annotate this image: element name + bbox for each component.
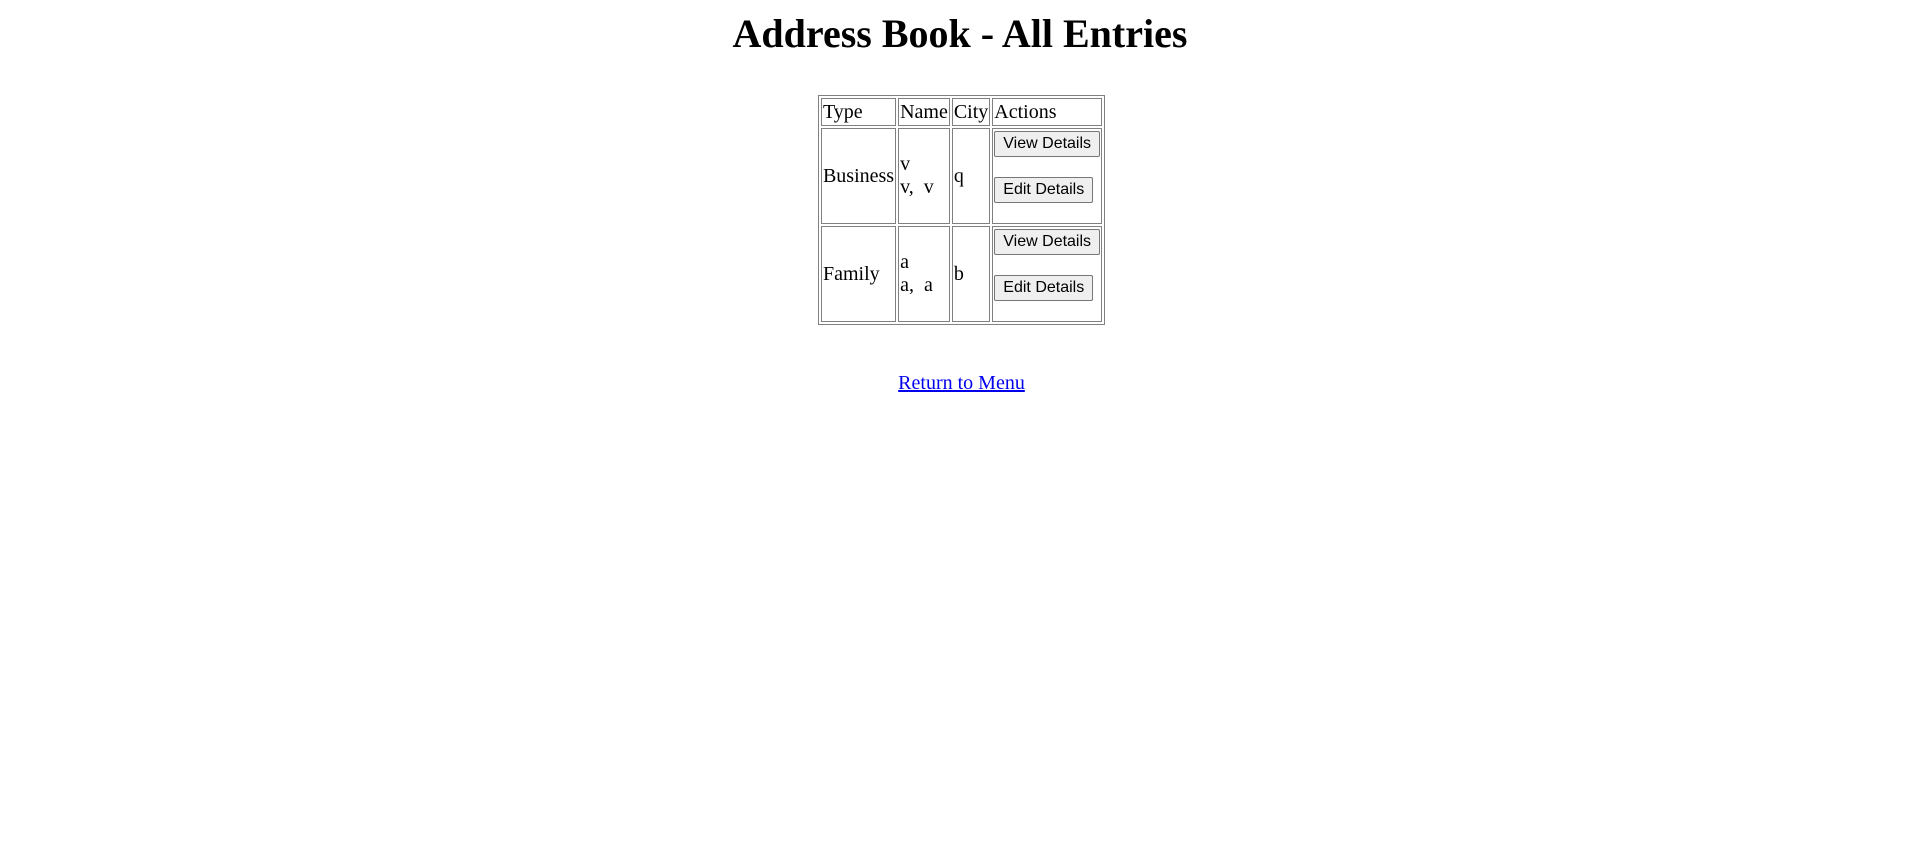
city-cell: b xyxy=(951,226,991,322)
entries-table: Type Name City Actions Business v v, v q … xyxy=(817,95,1106,325)
name-cell: v v, v xyxy=(898,128,950,224)
return-to-menu-link[interactable]: Return to Menu xyxy=(898,372,1025,394)
view-details-button[interactable]: View Details xyxy=(994,131,1101,157)
name-line-2: a, a xyxy=(900,274,933,296)
edit-details-button[interactable]: Edit Details xyxy=(994,177,1094,203)
table-row: Family a a, a b View Details Edit Details xyxy=(820,226,1103,322)
city-cell: q xyxy=(951,128,991,224)
page: Address Book - All Entries Type Name Cit… xyxy=(0,0,1920,847)
view-details-button[interactable]: View Details xyxy=(994,229,1101,255)
edit-details-button[interactable]: Edit Details xyxy=(994,275,1094,301)
return-container: Return to Menu xyxy=(3,372,1920,395)
table-header-row: Type Name City Actions xyxy=(820,98,1103,126)
table-row: Business v v, v q View Details Edit Detai… xyxy=(820,128,1103,224)
header-actions: Actions xyxy=(992,98,1103,126)
name-cell: a a, a xyxy=(898,226,950,322)
actions-cell: View Details Edit Details xyxy=(992,128,1103,224)
page-title: Address Book - All Entries xyxy=(732,11,1188,56)
name-line-1: a xyxy=(900,251,909,273)
name-line-1: v xyxy=(900,153,911,175)
actions-cell: View Details Edit Details xyxy=(992,226,1103,322)
type-cell: Business xyxy=(820,128,897,224)
table-container: Type Name City Actions Business v v, v q … xyxy=(0,95,1920,325)
type-cell: Family xyxy=(820,226,897,322)
name-line-2: v, v xyxy=(900,176,934,198)
header-name: Name xyxy=(898,98,950,126)
header-city: City xyxy=(951,98,991,126)
header-type: Type xyxy=(820,98,897,126)
